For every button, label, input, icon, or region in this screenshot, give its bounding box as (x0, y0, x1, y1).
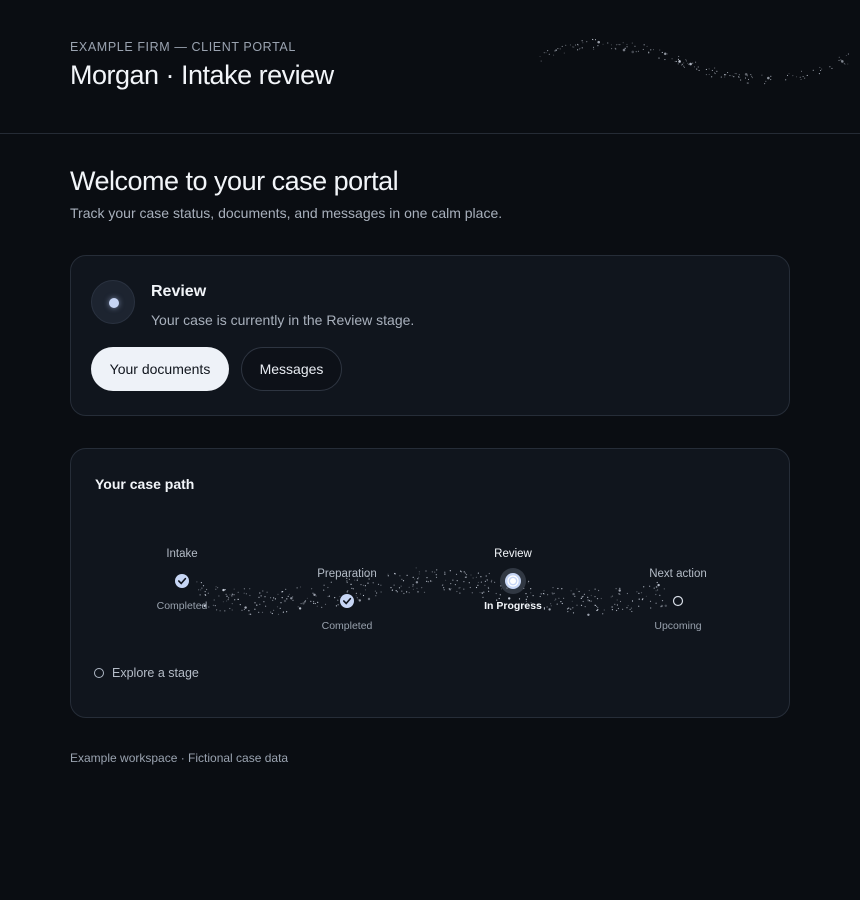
stage-label-review: Review (494, 548, 532, 560)
stage-label-intake: Intake (166, 548, 198, 560)
status-indicator-icon (91, 280, 135, 324)
footer-note: Example workspace · Fictional case data (70, 751, 289, 765)
stage-label-next-action: Next action (649, 568, 707, 580)
welcome-title: Welcome to your case portal (70, 166, 399, 196)
stage-node-intake[interactable] (175, 574, 189, 588)
circle-icon (94, 668, 104, 678)
stage-status-intake: Completed (156, 600, 208, 612)
messages-button[interactable]: Messages (241, 347, 342, 391)
firm-eyebrow: EXAMPLE FIRM — CLIENT PORTAL (70, 40, 296, 54)
stage-status-next-action: Upcoming (654, 620, 702, 632)
current-stage-description: Your case is currently in the Review sta… (151, 312, 415, 328)
your-documents-button[interactable]: Your documents (91, 347, 229, 391)
stage-status-review: In Progress (484, 600, 542, 612)
stage-node-next-action[interactable] (672, 595, 684, 607)
decorative-starfield (539, 38, 849, 85)
explore-stage-button[interactable]: Explore a stage (94, 666, 199, 680)
page-title: Morgan · Intake review (70, 60, 334, 90)
stage-node-review[interactable] (500, 568, 526, 594)
welcome-subtitle: Track your case status, documents, and m… (70, 205, 503, 221)
portal-header: EXAMPLE FIRM — CLIENT PORTAL Morgan · In… (0, 0, 860, 134)
current-stage-title: Review (151, 283, 207, 300)
explore-stage-label: Explore a stage (112, 666, 199, 680)
stage-label-preparation: Preparation (317, 568, 377, 580)
stage-status-preparation: Completed (321, 620, 373, 632)
case-path-card: Your case path Intake Completed Preparat… (70, 448, 790, 718)
stage-node-preparation[interactable] (340, 594, 354, 608)
case-status-card: Review Your case is currently in the Rev… (70, 255, 790, 416)
